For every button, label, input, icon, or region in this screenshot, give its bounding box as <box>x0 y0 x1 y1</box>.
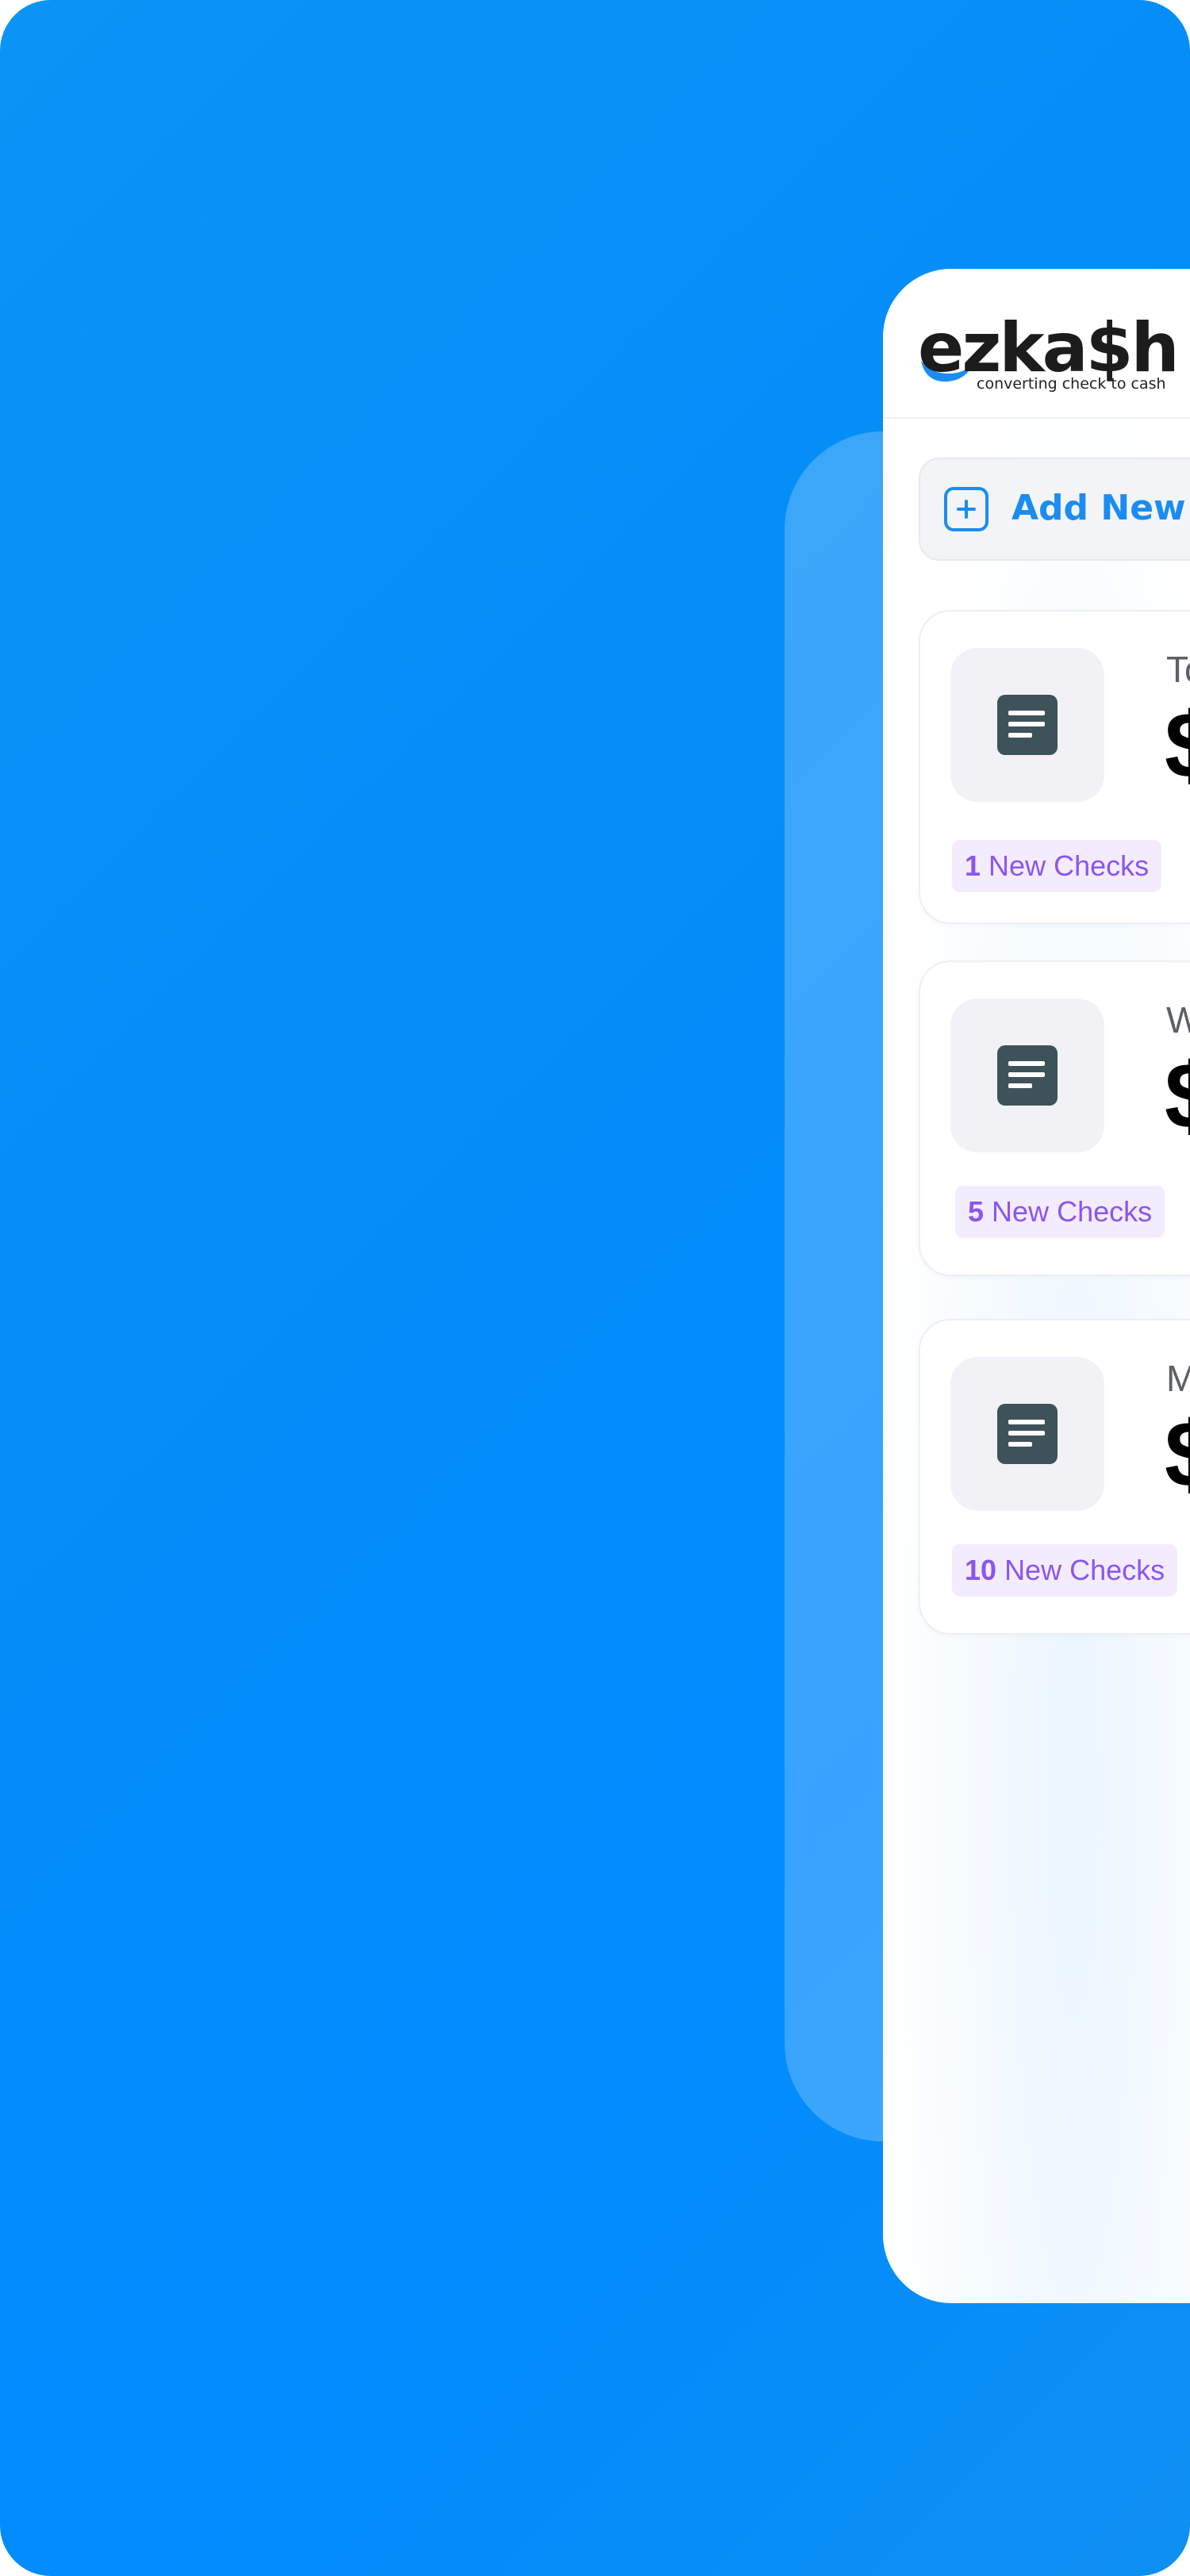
card-icon-container <box>950 999 1104 1152</box>
card-icon-container <box>950 1357 1104 1511</box>
badge-text: New Checks <box>1004 1554 1165 1586</box>
stats-card-today[interactable]: To $ 1 New Checks <box>919 610 1190 924</box>
stats-card-week[interactable]: W $ 5 New Checks <box>919 960 1190 1276</box>
badge-count: 10 <box>965 1554 997 1586</box>
badge-count: 5 <box>968 1195 985 1228</box>
card-amount: $ <box>1165 1408 1190 1501</box>
new-checks-badge: 10 New Checks <box>952 1544 1178 1597</box>
badge-count: 1 <box>965 849 981 882</box>
badge-text: New Checks <box>988 849 1150 882</box>
add-new-check-button[interactable]: Add New C <box>919 458 1190 561</box>
brand-tagline: converting check to cash <box>977 375 1166 393</box>
new-checks-badge: 5 New Checks <box>955 1186 1165 1238</box>
add-new-check-label: Add New C <box>1012 488 1190 528</box>
stats-card-month[interactable]: M $ 10 New Checks <box>919 1319 1190 1635</box>
app-background: ezka$h converting check to cash Add New … <box>0 0 1190 2576</box>
new-checks-badge: 1 New Checks <box>952 840 1162 892</box>
plus-square-icon <box>944 487 988 531</box>
card-title: W <box>1166 999 1190 1041</box>
document-icon <box>997 1045 1058 1106</box>
brand-logo: ezka$h converting check to cash <box>918 312 1180 407</box>
card-title: To <box>1166 649 1190 690</box>
document-icon <box>997 1404 1058 1464</box>
card-title: M <box>1166 1358 1190 1399</box>
app-header: ezka$h converting check to cash <box>883 269 1190 419</box>
document-icon <box>997 695 1058 755</box>
card-amount: $ <box>1165 1049 1190 1143</box>
card-amount: $ <box>1165 699 1190 792</box>
badge-text: New Checks <box>992 1195 1153 1228</box>
card-icon-container <box>950 648 1104 802</box>
brand-wordmark: ezka$h <box>918 309 1180 388</box>
app-screen: ezka$h converting check to cash Add New … <box>883 269 1190 2303</box>
